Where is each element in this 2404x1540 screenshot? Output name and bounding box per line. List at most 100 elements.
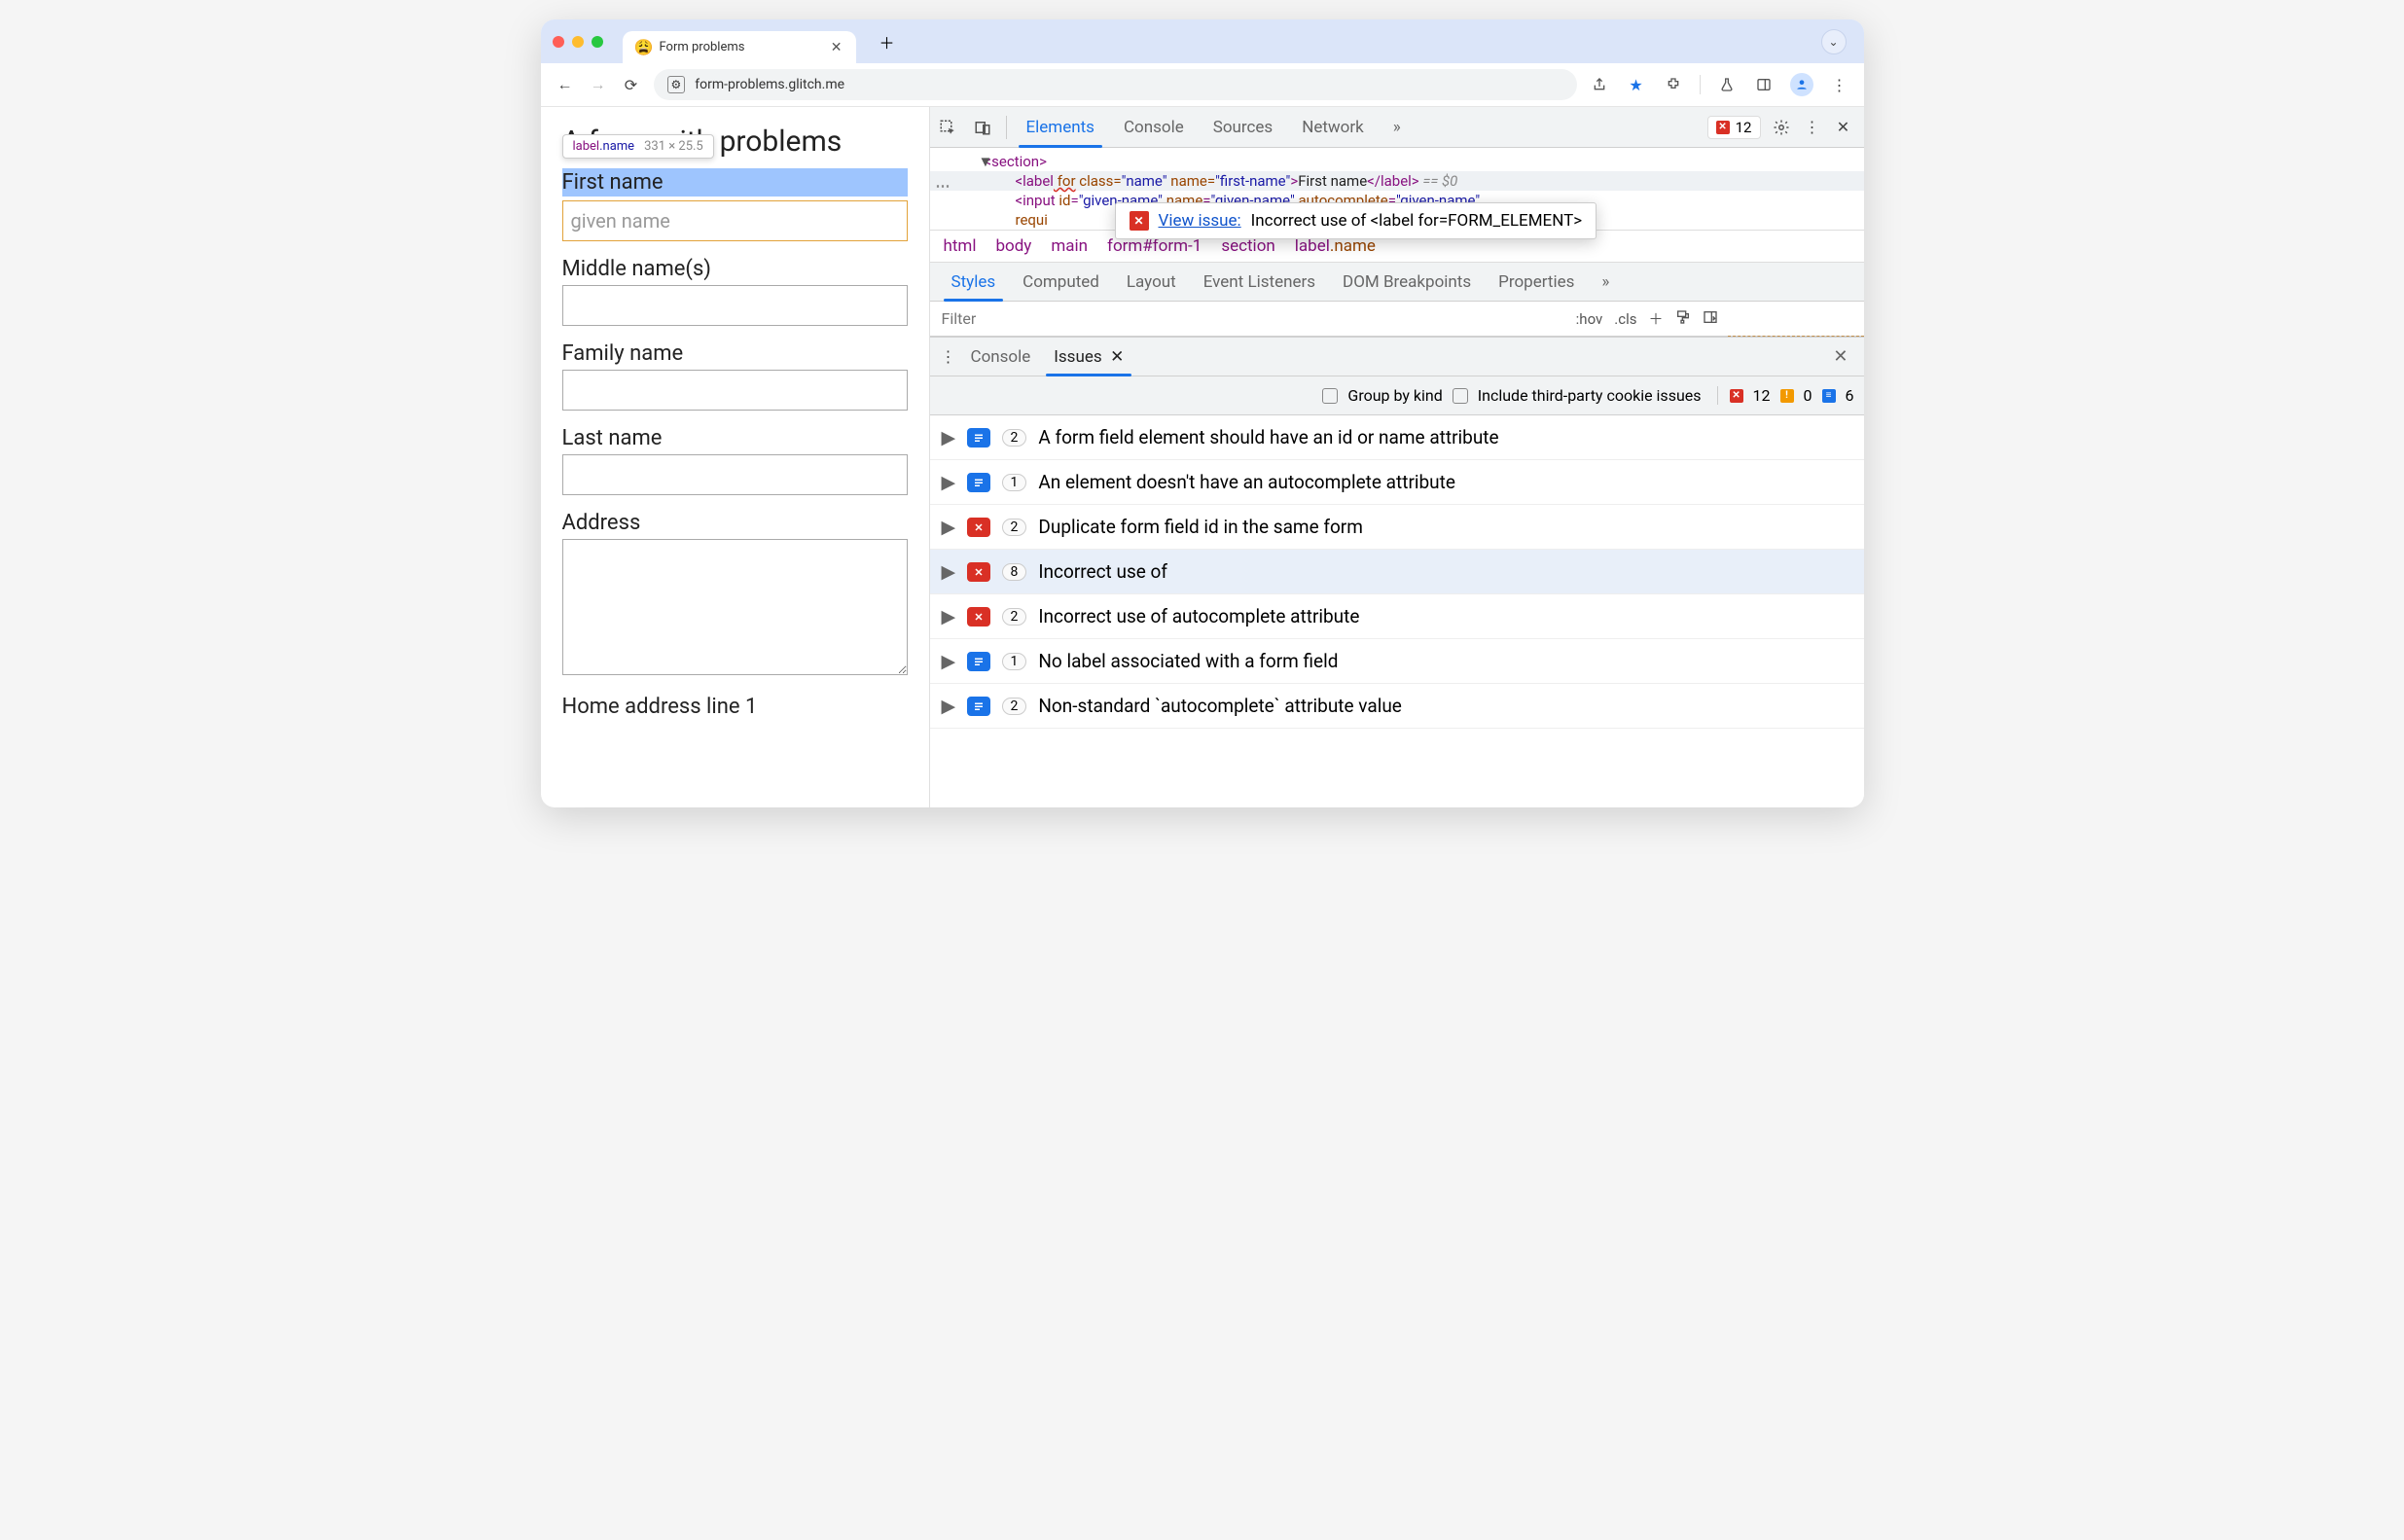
issue-popup: ✕ View issue: Incorrect use of <label fo… [1115,202,1597,239]
site-settings-icon[interactable]: ⚙ [667,76,686,93]
tab-computed[interactable]: Computed [1009,263,1113,302]
issue-row[interactable]: ▶ 2 Duplicate form field id in the same fo… [930,505,1864,550]
profile-avatar-icon[interactable] [1790,73,1813,96]
dom-tree[interactable]: ⋯ ▼<section> <label for class="name" nam… [930,148,1864,230]
group-by-kind-label: Group by kind [1347,386,1442,405]
expand-caret-icon[interactable]: ▶ [942,471,955,493]
extensions-icon[interactable] [1663,74,1684,95]
collapsed-ancestors-icon[interactable]: ⋯ [936,177,951,195]
tab-dom-breakpoints[interactable]: DOM Breakpoints [1329,263,1485,302]
third-party-label: Include third-party cookie issues [1478,386,1702,405]
drawer-tab-console[interactable]: Console [959,338,1043,376]
address-bar[interactable]: ⚙ form-problems.glitch.me [654,69,1577,100]
tab-console[interactable]: Console [1110,107,1198,148]
computed-pane-icon[interactable] [1703,309,1718,329]
selected-dom-node[interactable]: <label for class="name" name="first-name… [930,171,1864,191]
settings-gear-icon[interactable] [1771,117,1792,138]
tab-favicon: 😩 [636,40,652,55]
tab-sources[interactable]: Sources [1200,107,1286,148]
issue-row[interactable]: ▶1No label associated with a form field [930,639,1864,684]
tab-properties[interactable]: Properties [1485,263,1588,302]
issue-type-icon [967,652,990,671]
close-tab-icon[interactable]: ✕ [831,40,843,55]
divider [1700,75,1701,94]
minimize-window-button[interactable] [572,36,584,48]
hov-toggle[interactable]: :hov [1576,310,1603,328]
close-window-button[interactable] [553,36,564,48]
cls-toggle[interactable]: .cls [1614,310,1636,328]
issue-row[interactable]: ▶ 1 An element doesn't have an autocomplet… [930,460,1864,505]
expand-caret-icon[interactable]: ▶ [942,560,955,583]
last-name-input[interactable] [562,454,908,495]
side-panel-icon[interactable] [1753,74,1775,95]
paint-icon[interactable] [1675,309,1691,329]
new-tab-button[interactable]: ＋ [874,28,901,55]
inspect-element-icon[interactable] [930,119,965,136]
issue-row[interactable]: ▶2Non-standard `autocomplete` attribute … [930,684,1864,729]
forward-button[interactable]: → [588,74,609,95]
expand-caret-icon[interactable]: ▶ [942,605,955,627]
menu-kebab-icon[interactable]: ⋮ [1829,74,1850,95]
new-style-icon[interactable]: ＋ [1648,308,1663,329]
devtools-top-bar: Elements Console Sources Network » ✕12 ⋮… [930,107,1864,148]
issue-row[interactable]: ▶ 8 Incorrect use of [930,550,1864,594]
home-address-1-label: Home address line 1 [562,695,758,719]
family-name-label: Family name [562,341,684,366]
devtools-close-icon[interactable]: ✕ [1833,117,1854,138]
group-by-kind-checkbox[interactable] [1322,388,1338,404]
drawer-close-icon[interactable]: ✕ [1825,346,1855,367]
device-toolbar-icon[interactable] [965,119,1000,136]
tab-styles[interactable]: Styles [938,263,1010,302]
toolbar-right: ★ ⋮ [1589,73,1850,96]
issues-toolbar: Group by kind Include third-party cookie… [930,376,1864,415]
issue-title: A form field element should have an id o… [1038,426,1498,448]
share-icon[interactable] [1589,74,1610,95]
error-badge[interactable]: ✕12 [1707,116,1761,139]
expand-caret-icon[interactable]: ▶ [942,426,955,448]
issue-title: An element doesn't have an autocomplete … [1038,471,1455,493]
drawer-menu-icon[interactable]: ⋮ [938,346,959,368]
first-name-label: First name [562,168,908,197]
address-textarea[interactable] [562,539,908,675]
close-issues-tab-icon[interactable]: ✕ [1110,347,1124,367]
middle-name-input[interactable] [562,285,908,326]
expand-caret-icon[interactable]: ▶ [942,695,955,717]
reload-button[interactable]: ⟳ [621,74,642,95]
devtools-menu-icon[interactable]: ⋮ [1802,117,1823,138]
third-party-checkbox[interactable] [1453,388,1468,404]
bookmark-star-icon[interactable]: ★ [1626,74,1647,95]
window-controls [553,36,603,48]
issue-count: 8 [1002,563,1027,581]
browser-tab[interactable]: 😩 Form problems ✕ [623,31,856,64]
drawer-tab-issues[interactable]: Issues ✕ [1042,338,1135,376]
view-issue-link[interactable]: View issue: [1159,211,1241,231]
tab-network[interactable]: Network [1288,107,1378,148]
labs-icon[interactable] [1716,74,1738,95]
issue-count: 2 [1002,519,1027,536]
back-button[interactable]: ← [555,74,576,95]
styles-filter-input[interactable] [930,309,1566,328]
issue-row[interactable]: ▶2A form field element should have an id… [930,415,1864,460]
issue-count: 1 [1002,653,1027,670]
divider [1006,116,1007,139]
rendered-page: A form with problems label.name 331 × 25… [541,107,930,807]
maximize-window-button[interactable] [592,36,603,48]
issue-row[interactable]: ▶2Incorrect use of autocomplete attribut… [930,594,1864,639]
tab-event-listeners[interactable]: Event Listeners [1190,263,1329,302]
styles-overflow-icon[interactable]: » [1588,263,1623,302]
expand-caret-icon[interactable]: ▶ [942,516,955,538]
url-text: form-problems.glitch.me [695,77,844,92]
tab-elements[interactable]: Elements [1013,107,1108,148]
issue-title: Incorrect use of autocomplete attribute [1038,605,1359,627]
tab-layout[interactable]: Layout [1113,263,1190,302]
issue-count: 1 [1002,474,1027,491]
styles-tabs: Styles Computed Layout Event Listeners D… [930,263,1864,302]
address-label: Address [562,511,641,535]
issue-title: Incorrect use of [1038,560,1167,583]
first-name-input[interactable] [562,200,908,241]
issue-title: Duplicate form field id in the same form [1038,516,1363,538]
family-name-input[interactable] [562,370,908,411]
tabs-menu-button[interactable]: ⌄ [1821,29,1847,54]
tabs-overflow-icon[interactable]: » [1380,107,1415,148]
expand-caret-icon[interactable]: ▶ [942,650,955,672]
